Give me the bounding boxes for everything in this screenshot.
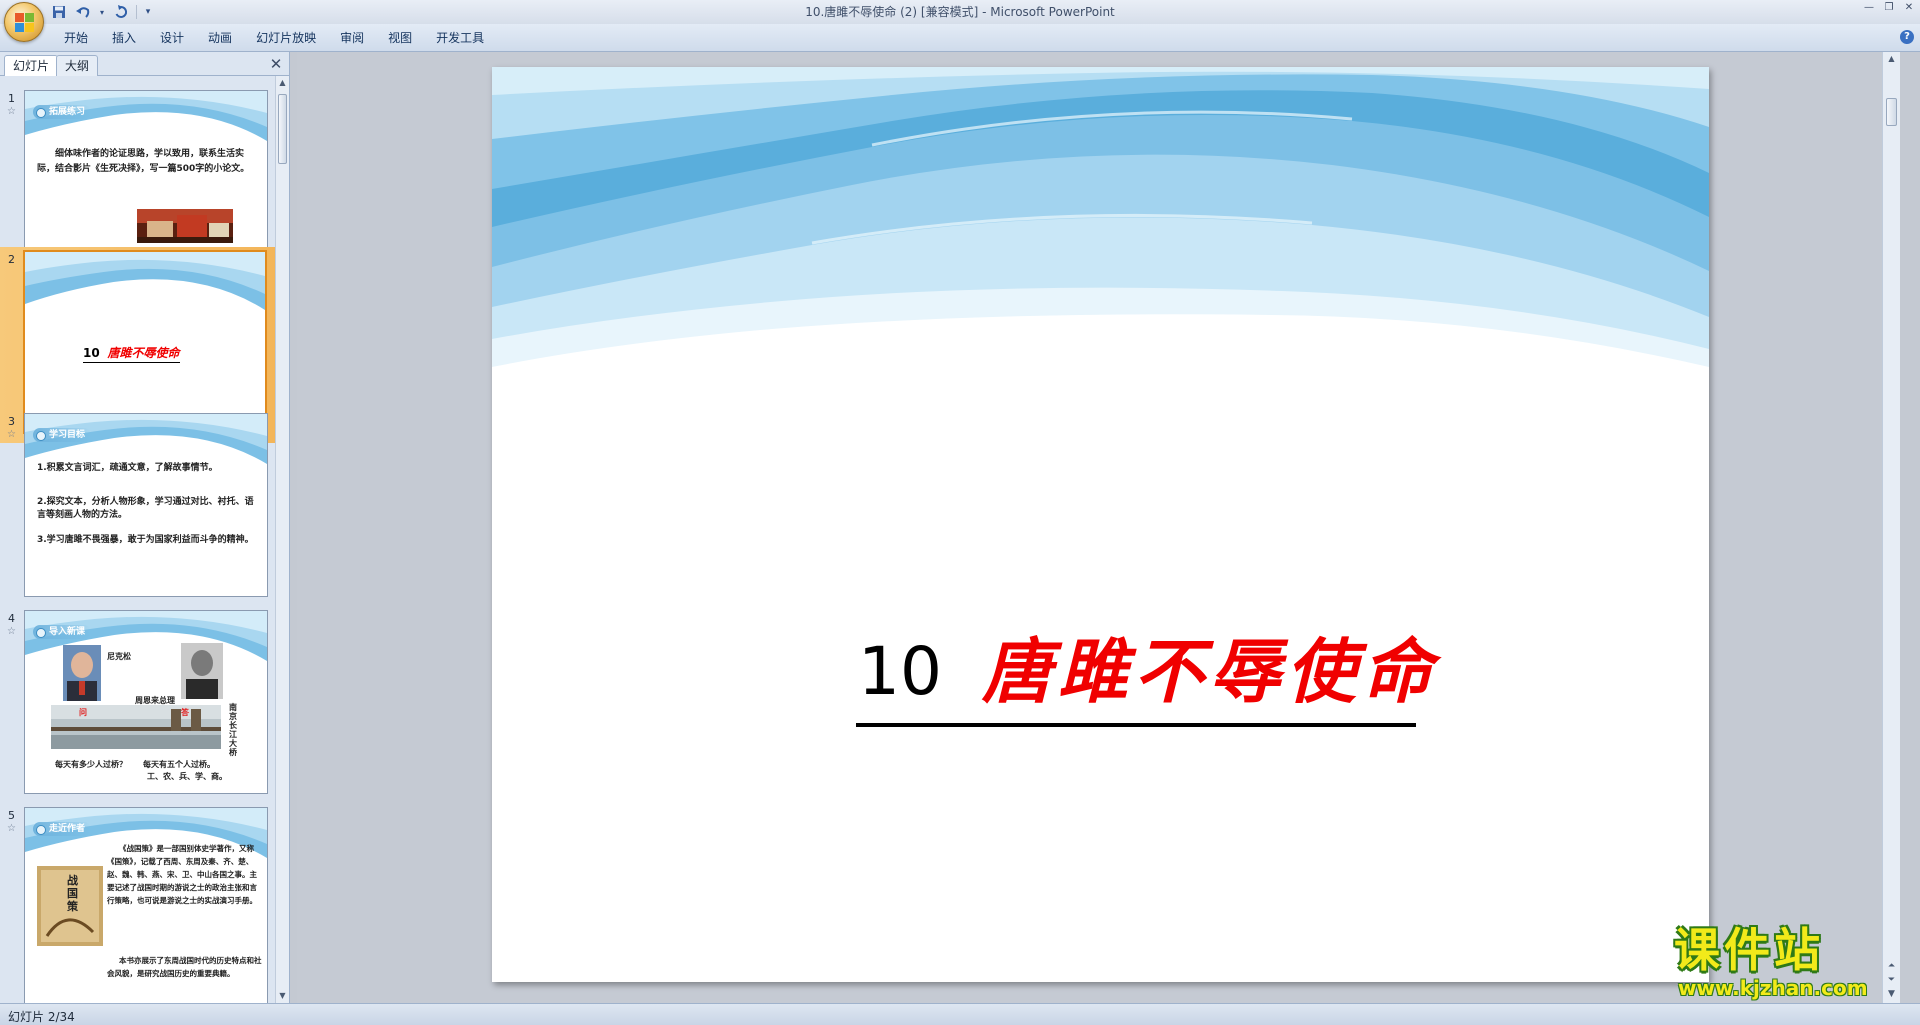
minimize-icon[interactable]: — bbox=[1862, 2, 1876, 14]
thumbnail-title-num: 10 bbox=[83, 346, 100, 360]
slide-number: 5 bbox=[8, 809, 15, 822]
thumbnail-item-1: 1.积累文言词汇，疏通文意，了解故事情节。 bbox=[37, 463, 218, 473]
title-text: 唐雎不辱使命 bbox=[981, 630, 1438, 713]
close-panel-icon[interactable]: ✕ bbox=[268, 56, 284, 72]
close-icon[interactable]: ✕ bbox=[1902, 2, 1916, 14]
current-slide[interactable]: 10 唐雎不辱使命 bbox=[492, 67, 1709, 982]
watermark-url: www.kjzhan.com bbox=[1678, 976, 1868, 1000]
animation-star-icon: ☆ bbox=[7, 429, 16, 440]
thumbnail-heading: 走近作者 bbox=[33, 822, 92, 836]
customize-icon[interactable]: ▾ bbox=[143, 4, 153, 20]
tab-design[interactable]: 设计 bbox=[148, 28, 196, 48]
thumbnail-item-2: 2.探究文本，分析人物形象，学习通过对比、衬托、语言等刻画人物的方法。 bbox=[37, 497, 254, 520]
animation-star-icon: ☆ bbox=[7, 106, 16, 117]
slide-indicator: 幻灯片 2/34 bbox=[8, 1010, 75, 1024]
animation-star-icon: ☆ bbox=[7, 823, 16, 834]
slides-panel: 幻灯片 大纲 ✕ 1 ☆ 拓展练习 细体味作者的论证思路，学以致用，联系生活实际… bbox=[0, 52, 290, 1003]
panel-tabs: 幻灯片 大纲 ✕ bbox=[0, 52, 290, 76]
scrollbar-thumb[interactable] bbox=[1886, 98, 1897, 126]
slide-thumbnail[interactable]: 导入新课 尼克松 周恩来总理 问 答 南京长江大桥 每天有多少人过桥？ 每天有五… bbox=[24, 610, 268, 794]
portrait-nixon bbox=[63, 645, 101, 701]
tab-insert[interactable]: 插入 bbox=[100, 28, 148, 48]
tab-view[interactable]: 视图 bbox=[376, 28, 424, 48]
slide-number: 4 bbox=[8, 612, 15, 625]
thumbnail-scrollbar[interactable]: ▲ ▼ bbox=[275, 76, 289, 1003]
scroll-down-icon[interactable]: ▼ bbox=[276, 989, 289, 1003]
scrollbar-thumb[interactable] bbox=[278, 94, 287, 164]
thumbnail-row-3[interactable]: 3 ☆ 学习目标 1.积累文言词汇，疏通文意，了解故事情节。 2.探究文本，分析… bbox=[0, 409, 276, 605]
title-underline bbox=[856, 723, 1416, 727]
quick-access-toolbar: ▾ ▾ bbox=[50, 3, 153, 21]
save-icon[interactable] bbox=[50, 4, 68, 20]
slide-editing-area: 10 唐雎不辱使命 ▲ ⏶ ⏷ ▼ bbox=[297, 52, 1900, 1003]
thumbnail-photo bbox=[137, 209, 233, 243]
tab-slideshow[interactable]: 幻灯片放映 bbox=[244, 28, 328, 48]
scroll-up-icon[interactable]: ▲ bbox=[276, 76, 289, 90]
slide-thumbnail[interactable]: 学习目标 1.积累文言词汇，疏通文意，了解故事情节。 2.探究文本，分析人物形象… bbox=[24, 413, 268, 597]
ribbon: 开始 插入 设计 动画 幻灯片放映 审阅 视图 开发工具 ? bbox=[0, 24, 1920, 52]
label-nixon: 尼克松 bbox=[107, 652, 131, 661]
office-button[interactable] bbox=[4, 2, 44, 42]
thumbnail-row-4[interactable]: 4 ☆ 导入新课 尼克松 周恩来总理 问 答 南京长江大桥 每天有多少人过桥？ … bbox=[0, 606, 276, 802]
slide-title[interactable]: 10 唐雎不辱使命 bbox=[858, 637, 1438, 707]
thumbnail-item-3: 3.学习唐雎不畏强暴，敢于为国家利益而斗争的精神。 bbox=[37, 535, 254, 545]
office-logo-icon bbox=[15, 13, 35, 33]
toolbar-separator bbox=[136, 5, 137, 19]
window-controls: — ❐ ✕ bbox=[1862, 2, 1916, 14]
thumbnail-heading: 学习目标 bbox=[33, 428, 92, 442]
tab-developer[interactable]: 开发工具 bbox=[424, 28, 496, 48]
help-icon[interactable]: ? bbox=[1900, 30, 1914, 44]
watermark: 课件站 www.kjzhan.com bbox=[1664, 922, 1912, 1002]
label-bridge: 南京长江大桥 bbox=[229, 703, 237, 757]
tab-slides[interactable]: 幻灯片 bbox=[4, 55, 59, 76]
caption-question: 每天有多少人过桥？ bbox=[55, 760, 127, 769]
slide-number: 1 bbox=[8, 92, 15, 105]
title-bar: 10.唐雎不辱使命 (2) [兼容模式] - Microsoft PowerPo… bbox=[0, 0, 1920, 24]
slide-number: 2 bbox=[8, 253, 15, 266]
bridge-label-question: 问 bbox=[79, 708, 87, 717]
thumbnail-text-2: 本书亦展示了东周战国时代的历史特点和社会风貌，是研究战国历史的重要典籍。 bbox=[107, 956, 262, 978]
thumbnail-text: 《战国策》是一部国别体史学著作，又称《国策》，记载了西周、东周及秦、齐、楚、赵、… bbox=[107, 844, 257, 905]
slide-thumbnail[interactable]: 走近作者 战国策 《战国策》是一部国别体史学著作，又称《国策》，记载了西周、东周… bbox=[24, 807, 268, 1003]
slide-number: 3 bbox=[8, 415, 15, 428]
tab-home[interactable]: 开始 bbox=[52, 28, 100, 48]
tab-review[interactable]: 审阅 bbox=[328, 28, 376, 48]
slide-thumbnail[interactable]: 10 唐雎不辱使命 bbox=[23, 250, 267, 434]
book-title: 战国策 bbox=[67, 874, 78, 913]
restore-icon[interactable]: ❐ bbox=[1882, 2, 1896, 14]
tab-outline[interactable]: 大纲 bbox=[56, 55, 99, 76]
thumbnail-row-5[interactable]: 5 ☆ 走近作者 战国策 《战国策》是一部国别体史学著作，又称《国策》，记载了西… bbox=[0, 803, 276, 1003]
thumbnail-title: 10 唐雎不辱使命 bbox=[83, 344, 180, 363]
window-title: 10.唐雎不辱使命 (2) [兼容模式] - Microsoft PowerPo… bbox=[805, 5, 1115, 19]
thumbnail-title-text: 唐雎不辱使命 bbox=[107, 346, 180, 360]
wave-background bbox=[25, 611, 267, 661]
thumbnail-heading: 导入新课 bbox=[33, 625, 92, 639]
redo-icon[interactable] bbox=[112, 4, 130, 20]
undo-icon[interactable] bbox=[74, 4, 92, 20]
bridge-label-answer: 答 bbox=[181, 708, 189, 717]
ribbon-tabs: 开始 插入 设计 动画 幻灯片放映 审阅 视图 开发工具 bbox=[52, 28, 496, 48]
title-number: 10 bbox=[858, 633, 942, 710]
thumbnail-list: 1 ☆ 拓展练习 细体味作者的论证思路，学以致用，联系生活实际，结合影片《生死决… bbox=[0, 76, 276, 1003]
scroll-up-icon[interactable]: ▲ bbox=[1883, 52, 1900, 66]
slide-scrollbar[interactable]: ▲ ⏶ ⏷ ▼ bbox=[1882, 52, 1900, 1003]
wave-background bbox=[25, 252, 265, 310]
tab-animations[interactable]: 动画 bbox=[196, 28, 244, 48]
undo-dropdown-icon[interactable]: ▾ bbox=[98, 4, 106, 20]
status-bar: 幻灯片 2/34 bbox=[0, 1003, 1920, 1025]
thumbnail-heading: 拓展练习 bbox=[33, 105, 92, 119]
thumbnail-text: 细体味作者的论证思路，学以致用，联系生活实际，结合影片《生死决择》，写一篇500… bbox=[37, 149, 250, 174]
watermark-main: 课件站 bbox=[1674, 923, 1824, 977]
caption-professions: 工、农、兵、学、商。 bbox=[147, 772, 227, 781]
wave-background bbox=[492, 67, 1709, 367]
animation-star-icon: ☆ bbox=[7, 626, 16, 637]
portrait-zhou bbox=[181, 643, 223, 699]
